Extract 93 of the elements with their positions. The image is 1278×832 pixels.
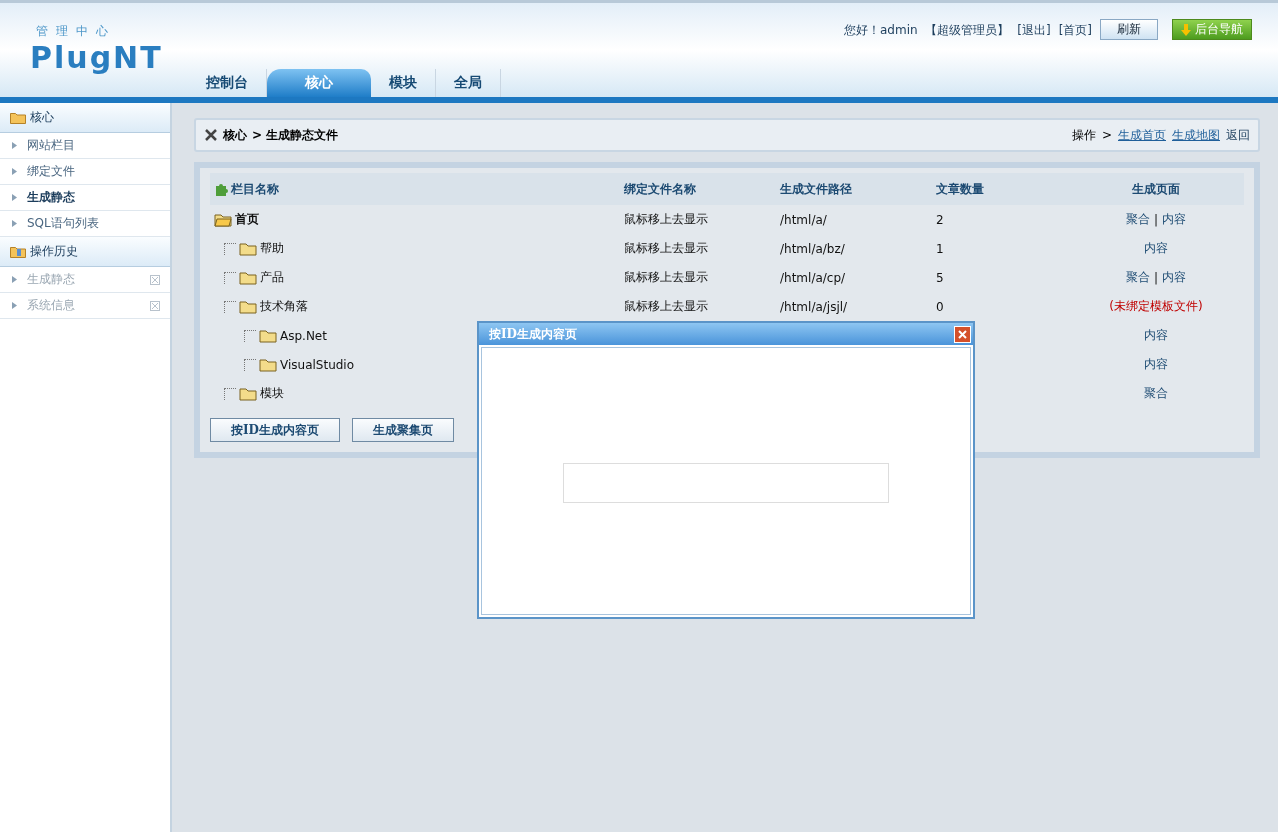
table-cell: 1 [936,241,944,256]
item-label: 网站栏目 [27,137,76,154]
folder-icon [239,386,257,401]
ops-link[interactable]: 生成首页 [1118,126,1166,144]
column-header: 栏目名称 [210,173,624,205]
generate-link[interactable]: 聚合 [1125,211,1150,228]
link-separator: | [1153,270,1158,285]
logout-link[interactable]: [退出] [1017,19,1051,41]
folder-icon [259,357,277,372]
back-link[interactable]: 返回 [1226,124,1250,146]
section-title: 操作历史 [30,243,78,260]
table-cell: 5 [936,270,944,285]
arrow-icon [12,168,17,175]
item-label: 生成静态 [27,189,76,206]
ops-label: 操作 [1071,126,1096,144]
item-label: 绑定文件 [27,163,76,180]
tree-connector [244,329,256,342]
home-link[interactable]: [首页] [1058,19,1092,41]
puzzle-icon [214,182,228,196]
folder-icon [239,299,257,314]
tree-connector [224,300,236,313]
sidebar-item[interactable]: 绑定文件 [0,159,170,185]
tree-item[interactable]: 模块 [260,379,284,408]
refresh-button[interactable]: 刷新 [1100,19,1158,40]
sidebar-section-header[interactable]: 核心 [0,103,170,133]
section-title: 核心 [30,109,54,126]
column-header: 生成文件路径 [780,173,936,205]
dialog-title: 按ID生成内容页 [489,325,578,343]
tree-item[interactable]: 技术角落 [260,292,308,321]
logo-subtitle: 管理中心 [35,23,117,40]
item-label: 生成静态 [27,271,76,288]
tree-connector [224,387,236,400]
close-icon[interactable] [150,300,160,311]
table-cell: 0 [936,299,944,314]
sidebar-section-header[interactable]: 操作历史 [0,237,170,267]
folder-icon [239,270,257,285]
tree-item[interactable]: 首页 [235,205,259,234]
table-cell: 鼠标移上去显示 [624,298,708,315]
table-cell: /html/a/cp/ [780,270,846,285]
generate-link[interactable]: 内容 [1144,327,1168,344]
arrow-icon [12,194,17,201]
close-icon [958,329,967,339]
tree-connector [224,242,236,255]
tree-item[interactable]: Asp.Net [280,321,327,350]
generate-link[interactable]: 内容 [1162,211,1186,228]
arrow-icon [12,220,17,227]
folder-note-icon [10,245,26,258]
arrow-icon [12,276,17,283]
greeting-text: 您好！admin 【超级管理员】 [844,22,1010,39]
table-cell: /html/a/jsjl/ [780,299,848,314]
ops-link[interactable]: 生成地图 [1172,126,1220,144]
table-cell: /html/a/ [780,212,827,227]
down-arrow-icon [1181,23,1191,36]
tree-item[interactable]: 帮助 [260,234,284,263]
action-button[interactable]: 按ID生成内容页 [210,418,341,442]
nav-tab[interactable]: 模块 [371,69,436,97]
warning-text: (未绑定模板文件) [1109,298,1203,315]
logo: PlugNT [30,40,164,75]
folder-icon [239,241,257,256]
sidebar-item[interactable]: 网站栏目 [0,133,170,159]
nav-tab[interactable]: 全局 [436,69,501,97]
column-header: 文章数量 [936,173,1068,205]
close-button[interactable] [954,325,971,343]
link-separator: | [1153,212,1158,227]
table-cell: 2 [936,212,944,227]
open-folder-icon [214,212,232,227]
item-label: 系统信息 [27,297,76,314]
generate-link[interactable]: 聚合 [1144,385,1168,402]
arrow-icon [12,142,17,149]
breadcrumb-page: > 生成静态文件 [252,126,339,144]
tree-connector [224,271,236,284]
action-button[interactable]: 生成聚集页 [352,418,455,442]
generate-link[interactable]: 内容 [1144,356,1168,373]
tree-item[interactable]: 产品 [260,263,284,292]
breadcrumb-section: 核心 [223,126,247,144]
close-icon[interactable] [150,274,160,285]
generate-link[interactable]: 内容 [1144,240,1168,257]
generate-link[interactable]: 内容 [1162,269,1186,286]
column-header: 绑定文件名称 [624,173,780,205]
ops-separator: > [1101,128,1112,142]
table-cell: 鼠标移上去显示 [624,269,708,286]
generate-link[interactable]: 聚合 [1125,269,1150,286]
folder-icon [259,328,277,343]
column-header: 生成页面 [1068,173,1244,205]
sidebar-item[interactable]: 生成静态 [0,185,170,211]
table-cell: /html/a/bz/ [780,241,845,256]
tree-connector [244,358,256,371]
tree-item[interactable]: VisualStudio [280,350,355,379]
folder-icon [10,111,26,124]
item-label: SQL语句列表 [27,215,100,232]
table-cell: 鼠标移上去显示 [624,211,708,228]
table-cell: 鼠标移上去显示 [624,240,708,257]
arrow-icon [12,302,17,309]
